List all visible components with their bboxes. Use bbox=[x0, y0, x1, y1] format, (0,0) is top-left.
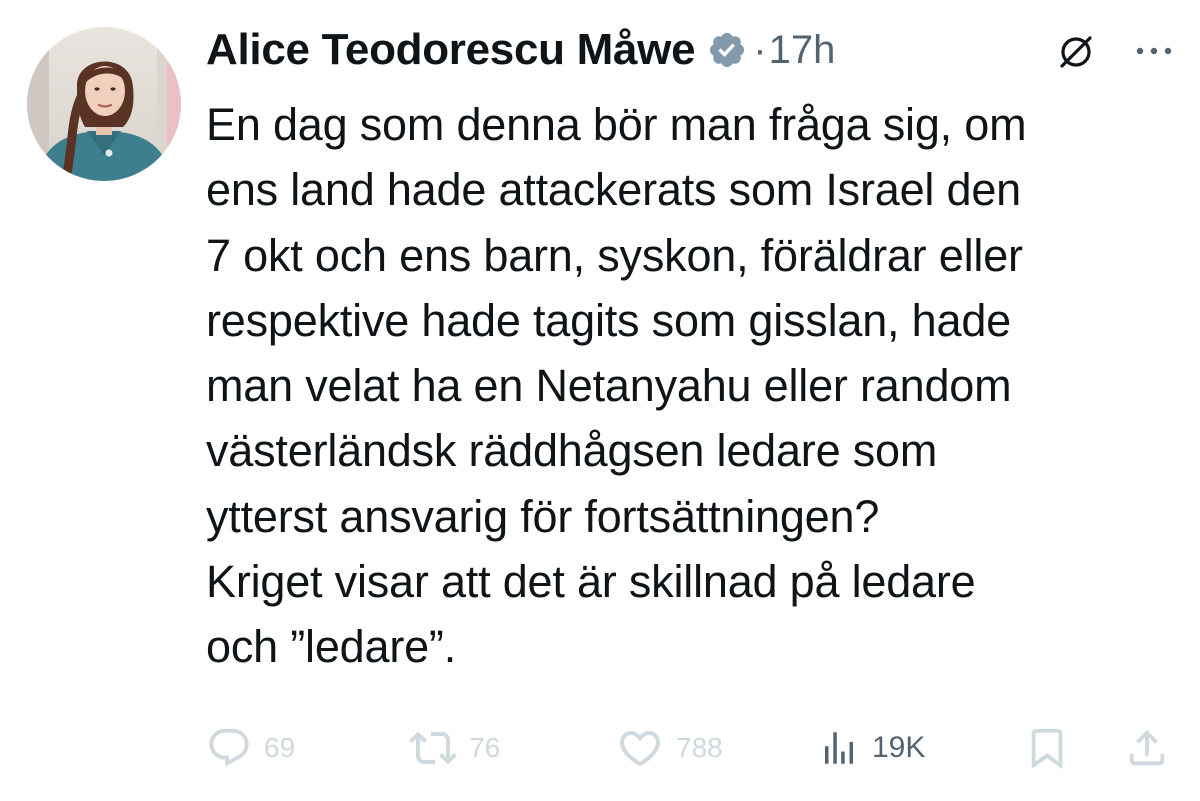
author-name[interactable]: Alice Teodorescu Måwe bbox=[206, 25, 696, 75]
bookmark-button[interactable] bbox=[1024, 718, 1070, 778]
timestamp[interactable]: 17h bbox=[769, 28, 836, 73]
reply-count: 69 bbox=[264, 732, 296, 763]
reply-icon bbox=[209, 728, 249, 767]
views-count: 19K bbox=[872, 731, 926, 764]
tweet-text-line: man velat ha en Netanyahu eller random bbox=[206, 360, 1012, 412]
reply-button[interactable]: 69 bbox=[206, 718, 295, 778]
repost-icon bbox=[409, 731, 457, 765]
heart-icon bbox=[619, 731, 661, 767]
tweet-text-line: En dag som denna bör man fråga sig, om bbox=[206, 99, 1027, 150]
like-count: 788 bbox=[676, 732, 723, 763]
bookmark-icon bbox=[1031, 728, 1063, 769]
share-icon bbox=[1129, 729, 1165, 766]
repost-count: 76 bbox=[469, 732, 501, 763]
tweet-text-line: respektive hade tagits som gisslan, hade bbox=[206, 294, 1011, 346]
grok-icon[interactable] bbox=[1056, 32, 1096, 72]
tweet-text-line: ytterst ansvarig för fortsättningen? bbox=[206, 490, 880, 542]
action-bar: 69 76 788 19K bbox=[206, 718, 1176, 778]
separator-dot: · bbox=[753, 27, 767, 72]
repost-button[interactable]: 76 bbox=[409, 718, 500, 778]
share-button[interactable] bbox=[1124, 718, 1170, 778]
more-icon[interactable] bbox=[1132, 36, 1176, 66]
tweet-text-line: västerländsk räddhågsen ledare som bbox=[206, 425, 938, 477]
views-button[interactable]: 19K bbox=[818, 718, 925, 778]
verified-badge-icon bbox=[707, 30, 747, 70]
tweet-text-line: Kriget visar att det är skillnad på leda… bbox=[206, 556, 976, 608]
avatar[interactable] bbox=[27, 27, 181, 181]
tweet-header: Alice Teodorescu Måwe · 17h bbox=[206, 18, 1176, 82]
tweet-text-line: 7 okt och ens barn, syskon, föräldrar el… bbox=[206, 229, 1023, 281]
tweet-text: En dag som denna bör man fråga sig, om e… bbox=[206, 92, 1186, 680]
views-icon bbox=[825, 732, 853, 764]
tweet-text-line: ens land hade attackerats som Israel den bbox=[206, 164, 1021, 216]
like-button[interactable]: 788 bbox=[616, 718, 723, 778]
tweet-text-line: och ”ledare”. bbox=[206, 621, 457, 673]
